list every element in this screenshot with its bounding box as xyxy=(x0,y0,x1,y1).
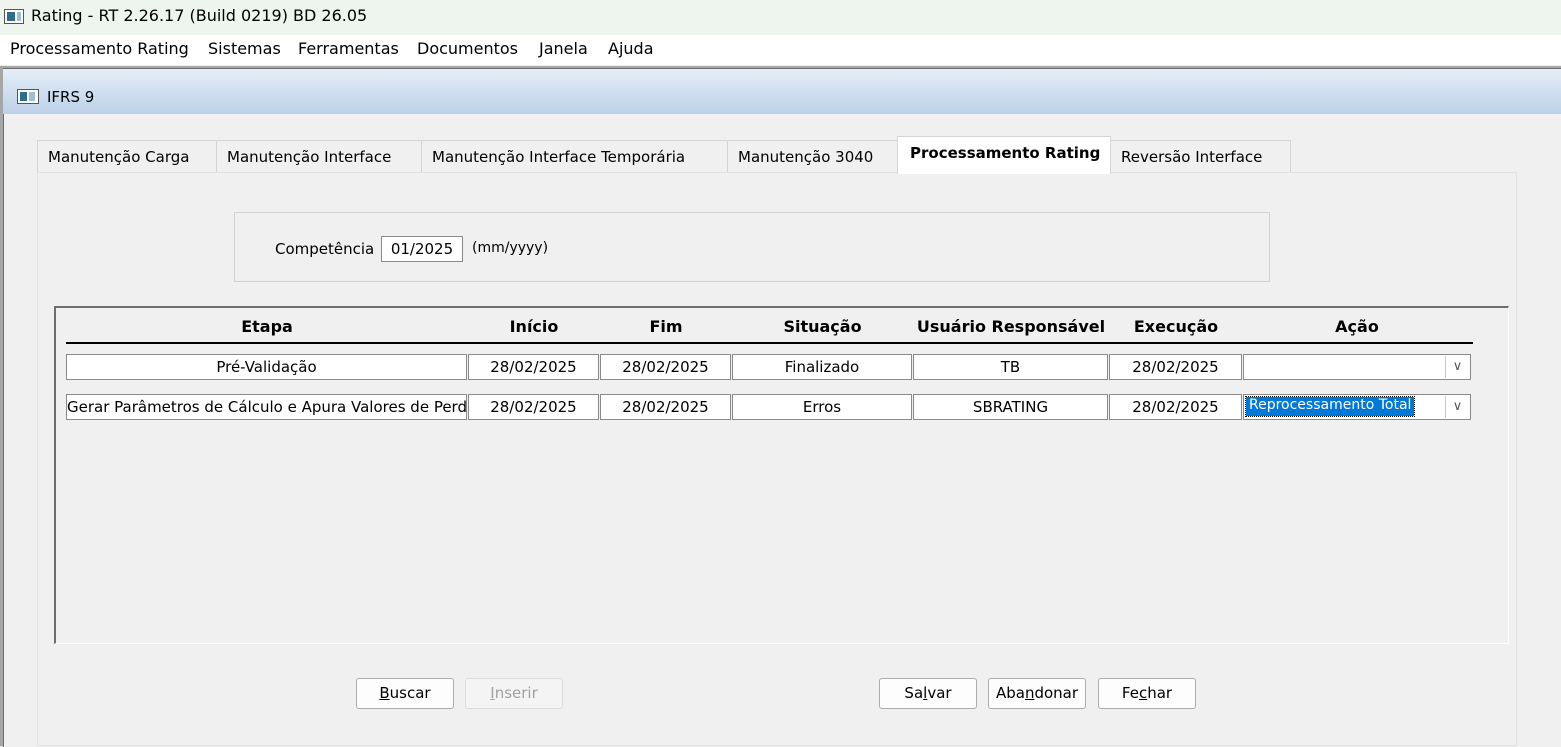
row2-inicio[interactable]: 28/02/2025 xyxy=(468,394,599,420)
inserir-label-post: nserir xyxy=(494,684,538,702)
tab-manutencao-interface-temporaria[interactable]: Manutenção Interface Temporária xyxy=(421,140,728,172)
tab-reversao-interface[interactable]: Reversão Interface xyxy=(1110,140,1291,172)
chevron-down-icon[interactable]: ∨ xyxy=(1445,356,1469,378)
row1-inicio[interactable]: 28/02/2025 xyxy=(468,354,599,380)
child-window-icon[interactable] xyxy=(17,89,39,104)
col-header-acao: Ação xyxy=(1335,317,1379,336)
tab-processamento-rating[interactable]: Processamento Rating xyxy=(897,136,1111,174)
buscar-button[interactable]: Buscar xyxy=(356,678,454,709)
row2-etapa[interactable]: Gerar Parâmetros de Cálculo e Apura Valo… xyxy=(66,394,467,420)
abandonar-label-post: donar xyxy=(1034,684,1079,702)
menu-ferramentas[interactable]: Ferramentas xyxy=(298,39,399,58)
salvar-label-post: var xyxy=(927,684,952,702)
row2-acao-dropdown[interactable]: Reprocessamento Total ∨ xyxy=(1243,394,1471,420)
menu-bar: Processamento Rating Sistemas Ferramenta… xyxy=(0,35,1561,65)
tab-manutencao-carga[interactable]: Manutenção Carga xyxy=(37,140,217,172)
fechar-button[interactable]: Fechar xyxy=(1098,678,1196,709)
buscar-label-post: uscar xyxy=(389,684,431,702)
child-window-title: IFRS 9 xyxy=(47,88,95,106)
competencia-input[interactable]: 01/2025 xyxy=(381,236,463,262)
competencia-format-hint: (mm/yyyy) xyxy=(472,240,549,256)
row1-situacao[interactable]: Finalizado xyxy=(732,354,912,380)
row2-usuario[interactable]: SBRATING xyxy=(913,394,1108,420)
col-header-usuario-responsavel: Usuário Responsável xyxy=(916,317,1106,336)
window-title: Rating - RT 2.26.17 (Build 0219) BD 26.0… xyxy=(31,6,368,25)
inserir-button[interactable]: Inserir xyxy=(465,678,563,709)
fechar-label-accel: c xyxy=(1138,684,1148,702)
row1-fim[interactable]: 28/02/2025 xyxy=(600,354,731,380)
col-header-execucao: Execução xyxy=(1133,317,1219,336)
row1-etapa[interactable]: Pré-Validação xyxy=(66,354,467,380)
tab-manutencao-interface[interactable]: Manutenção Interface xyxy=(216,140,422,172)
row2-execucao[interactable]: 28/02/2025 xyxy=(1109,394,1242,420)
fechar-label-pre: Fe xyxy=(1121,684,1139,702)
row2-fim[interactable]: 28/02/2025 xyxy=(600,394,731,420)
menu-sistemas[interactable]: Sistemas xyxy=(208,39,281,58)
col-header-situacao: Situação xyxy=(783,317,862,336)
child-window-title-bar xyxy=(3,69,1561,114)
col-header-fim: Fim xyxy=(649,317,683,336)
menu-ajuda[interactable]: Ajuda xyxy=(608,39,654,58)
abandonar-label-pre: Aba xyxy=(995,684,1025,702)
competencia-label: Competência xyxy=(275,240,375,258)
row1-usuario[interactable]: TB xyxy=(913,354,1108,380)
fechar-label-post: har xyxy=(1147,684,1173,702)
row2-acao-value: Reprocessamento Total xyxy=(1244,396,1416,417)
tab-manutencao-3040[interactable]: Manutenção 3040 xyxy=(727,140,898,172)
row2-situacao[interactable]: Erros xyxy=(732,394,912,420)
chevron-down-icon[interactable]: ∨ xyxy=(1445,396,1469,418)
row1-execucao[interactable]: 28/02/2025 xyxy=(1109,354,1242,380)
menu-processamento-rating[interactable]: Processamento Rating xyxy=(10,39,189,58)
app-icon[interactable] xyxy=(4,9,24,24)
salvar-label-pre: Sa xyxy=(904,684,924,702)
row1-acao-dropdown[interactable]: ∨ xyxy=(1243,354,1471,380)
col-header-inicio: Início xyxy=(509,317,559,336)
col-header-etapa: Etapa xyxy=(241,317,293,336)
buscar-label-accel: B xyxy=(379,684,390,702)
salvar-button[interactable]: Salvar xyxy=(879,678,977,709)
menu-janela[interactable]: Janela xyxy=(539,39,588,58)
menu-documentos[interactable]: Documentos xyxy=(417,39,518,58)
abandonar-button[interactable]: Abandonar xyxy=(988,678,1086,709)
row1-acao-value xyxy=(1246,357,1252,376)
header-divider xyxy=(66,342,1473,344)
